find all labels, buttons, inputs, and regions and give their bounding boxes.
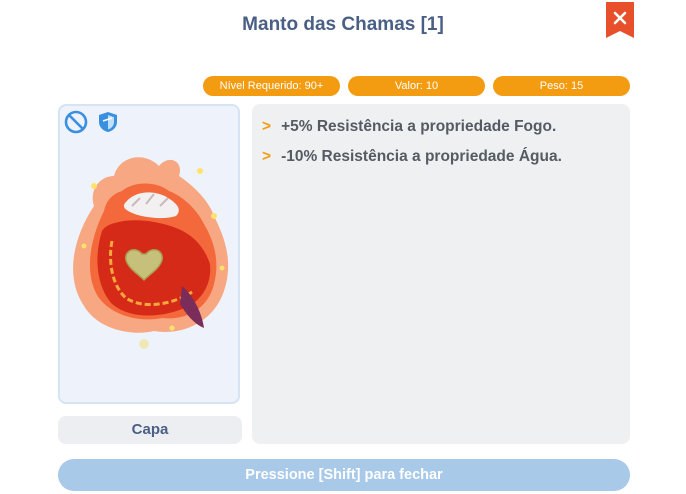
item-type-label: Capa: [58, 416, 242, 444]
description-line: > -10% Resistência a propriedade Água.: [262, 148, 562, 166]
close-icon: [606, 2, 634, 38]
value-badge: Valor: 10: [348, 76, 485, 96]
item-description-panel: > +5% Resistência a propriedade Fogo. > -1…: [252, 104, 630, 444]
shield-icon: [99, 112, 117, 132]
item-image: [73, 157, 229, 349]
close-button[interactable]: [606, 2, 634, 38]
no-trade-icon: [64, 110, 88, 134]
description-line: > +5% Resistência a propriedade Fogo.: [262, 118, 556, 136]
item-image-panel: [58, 104, 240, 404]
required-level-badge: Nível Requerido: 90+: [203, 76, 340, 96]
bullet-arrow: >: [262, 148, 272, 165]
weight-badge: Peso: 15: [493, 76, 630, 96]
description-text: +5% Resistência a propriedade Fogo.: [281, 118, 557, 135]
bullet-arrow: >: [262, 118, 272, 135]
window-title: Manto das Chamas [1]: [242, 14, 444, 35]
close-hint-button[interactable]: Pressione [Shift] para fechar: [58, 459, 630, 491]
description-text: -10% Resistência a propriedade Água.: [281, 148, 562, 165]
